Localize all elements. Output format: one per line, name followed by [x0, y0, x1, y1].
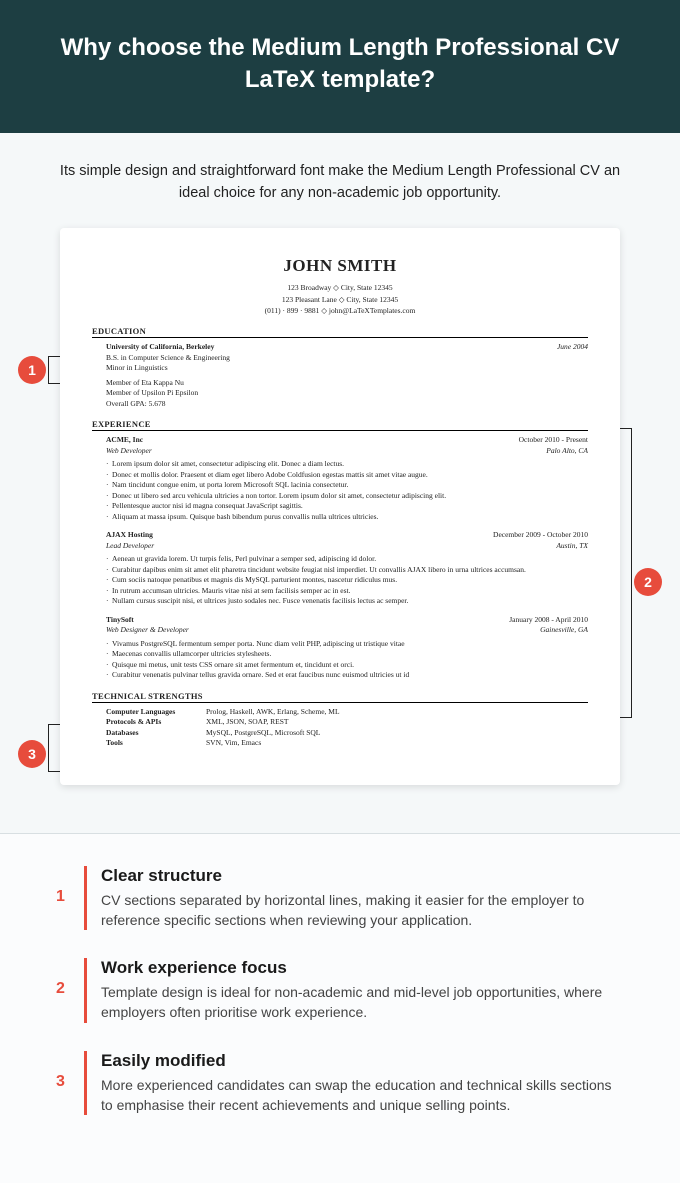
feature-item: 3 Easily modified More experienced candida…: [56, 1051, 624, 1116]
cv-bullet: Nam tincidunt congue enim, ut porta lore…: [106, 480, 588, 491]
cv-edu-date: June 2004: [557, 342, 588, 353]
cv-edu-member-1: Member of Eta Kappa Nu: [106, 378, 588, 389]
cv-preview-area: 1 2 3 JOHN SMITH 123 Broadway ◇ City, St…: [0, 228, 680, 824]
cv-job-location: Palo Alto, CA: [546, 446, 588, 457]
cv-job: TinySoft January 2008 - April 2010 Web Des…: [106, 615, 588, 681]
tech-value: XML, JSON, SOAP, REST: [206, 717, 289, 728]
tech-value: SVN, Vim, Emacs: [206, 738, 261, 749]
cv-edu-minor: Minor in Linguistics: [106, 363, 588, 374]
feature-item: 2 Work experience focus Template design is…: [56, 958, 624, 1023]
cv-job-company: ACME, Inc: [106, 435, 143, 446]
feature-content: Clear structure CV sections separated by …: [84, 866, 624, 931]
cv-edu-school: University of California, Berkeley: [106, 342, 214, 353]
intro-text: Its simple design and straightforward fo…: [0, 133, 680, 229]
cv-bullet: Quisque mi metus, unit tests CSS ornare …: [106, 660, 588, 671]
feature-content: Easily modified More experienced candidat…: [84, 1051, 624, 1116]
page-header: Why choose the Medium Length Professiona…: [0, 0, 680, 133]
cv-bullet: Curabitur venenatis pulvinar tellus grav…: [106, 670, 588, 681]
callout-badge-3: 3: [18, 740, 46, 768]
cv-bullet: Vivamus PostgreSQL fermentum semper port…: [106, 639, 588, 650]
feature-title: Easily modified: [101, 1051, 624, 1071]
feature-number: 1: [56, 866, 84, 931]
tech-key: Computer Languages: [106, 707, 206, 718]
tech-key: Protocols & APIs: [106, 717, 206, 728]
cv-edu-degree: B.S. in Computer Science & Engineering: [106, 353, 588, 364]
cv-experience-section: EXPERIENCE ACME, Inc October 2010 - Prese…: [92, 419, 588, 681]
cv-job-location: Gainesville, GA: [540, 625, 588, 636]
callout-badge-1: 1: [18, 356, 46, 384]
cv-tech-section: TECHNICAL STRENGTHS Computer LanguagesPr…: [92, 691, 588, 749]
cv-job-dates: December 2009 - October 2010: [493, 530, 588, 541]
cv-job-bullets: Aenean ut gravida lorem. Ut turpis felis…: [106, 554, 588, 607]
feature-title: Clear structure: [101, 866, 624, 886]
cv-bullet: Pellentesque auctor nisi id magna conseq…: [106, 501, 588, 512]
feature-description: More experienced candidates can swap the…: [101, 1075, 624, 1116]
cv-job-bullets: Lorem ipsum dolor sit amet, consectetur …: [106, 459, 588, 522]
cv-section-title: TECHNICAL STRENGTHS: [92, 691, 588, 703]
cv-document: JOHN SMITH 123 Broadway ◇ City, State 12…: [60, 228, 620, 784]
cv-contact-line: (011) · 899 · 9881 ◇ john@LaTeXTemplates…: [92, 305, 588, 316]
tech-row: DatabasesMySQL, PostgreSQL, Microsoft SQ…: [106, 728, 588, 739]
cv-job-role: Web Designer & Developer: [106, 625, 189, 636]
cv-job-role: Web Developer: [106, 446, 152, 457]
tech-row: ToolsSVN, Vim, Emacs: [106, 738, 588, 749]
cv-job-location: Austin, TX: [556, 541, 588, 552]
cv-job: AJAX Hosting December 2009 - October 2010…: [106, 530, 588, 607]
page-title: Why choose the Medium Length Professiona…: [40, 32, 640, 97]
cv-job-company: AJAX Hosting: [106, 530, 153, 541]
cv-contact: 123 Broadway ◇ City, State 12345 123 Ple…: [92, 282, 588, 316]
cv-job-role: Lead Developer: [106, 541, 154, 552]
tech-row: Protocols & APIsXML, JSON, SOAP, REST: [106, 717, 588, 728]
cv-bullet: Donec et mollis dolor. Praesent et diam …: [106, 470, 588, 481]
cv-job-company: TinySoft: [106, 615, 134, 626]
cv-bullet: Cum sociis natoque penatibus et magnis d…: [106, 575, 588, 586]
cv-bullet: Nullam cursus suscipit nisi, et ultrices…: [106, 596, 588, 607]
tech-value: Prolog, Haskell, AWK, Erlang, Scheme, ML: [206, 707, 340, 718]
tech-key: Tools: [106, 738, 206, 749]
feature-number: 3: [56, 1051, 84, 1116]
cv-bullet: Donec ut libero sed arcu vehicula ultric…: [106, 491, 588, 502]
feature-description: CV sections separated by horizontal line…: [101, 890, 624, 931]
tech-row: Computer LanguagesProlog, Haskell, AWK, …: [106, 707, 588, 718]
cv-name: JOHN SMITH: [92, 256, 588, 276]
features-list: 1 Clear structure CV sections separated by…: [0, 834, 680, 1183]
tech-key: Databases: [106, 728, 206, 739]
tech-value: MySQL, PostgreSQL, Microsoft SQL: [206, 728, 320, 739]
cv-edu-member-2: Member of Upsilon Pi Epsilon: [106, 388, 588, 399]
cv-edu-gpa: Overall GPA: 5.678: [106, 399, 588, 410]
cv-job-dates: October 2010 - Present: [519, 435, 588, 446]
cv-address-1: 123 Broadway ◇ City, State 12345: [92, 282, 588, 293]
cv-bullet: Aliquam at massa ipsum. Quisque bash bib…: [106, 512, 588, 523]
feature-description: Template design is ideal for non-academi…: [101, 982, 624, 1023]
cv-address-2: 123 Pleasant Lane ◇ City, State 12345: [92, 294, 588, 305]
cv-section-title: EXPERIENCE: [92, 419, 588, 431]
callout-badge-2: 2: [634, 568, 662, 596]
cv-job-bullets: Vivamus PostgreSQL fermentum semper port…: [106, 639, 588, 681]
feature-title: Work experience focus: [101, 958, 624, 978]
cv-bullet: Aenean ut gravida lorem. Ut turpis felis…: [106, 554, 588, 565]
feature-content: Work experience focus Template design is …: [84, 958, 624, 1023]
cv-job: ACME, Inc October 2010 - Present Web Devel…: [106, 435, 588, 522]
cv-section-title: EDUCATION: [92, 326, 588, 338]
cv-bullet: Lorem ipsum dolor sit amet, consectetur …: [106, 459, 588, 470]
feature-number: 2: [56, 958, 84, 1023]
cv-bullet: Maecenas convallis ullamcorper ultricies…: [106, 649, 588, 660]
cv-job-dates: January 2008 - April 2010: [509, 615, 588, 626]
feature-item: 1 Clear structure CV sections separated by…: [56, 866, 624, 931]
cv-bullet: Curabitur dapibus enim sit amet elit pha…: [106, 565, 588, 576]
cv-bullet: In rutrum accumsan ultricies. Mauris vit…: [106, 586, 588, 597]
cv-education-section: EDUCATION University of California, Berk…: [92, 326, 588, 409]
